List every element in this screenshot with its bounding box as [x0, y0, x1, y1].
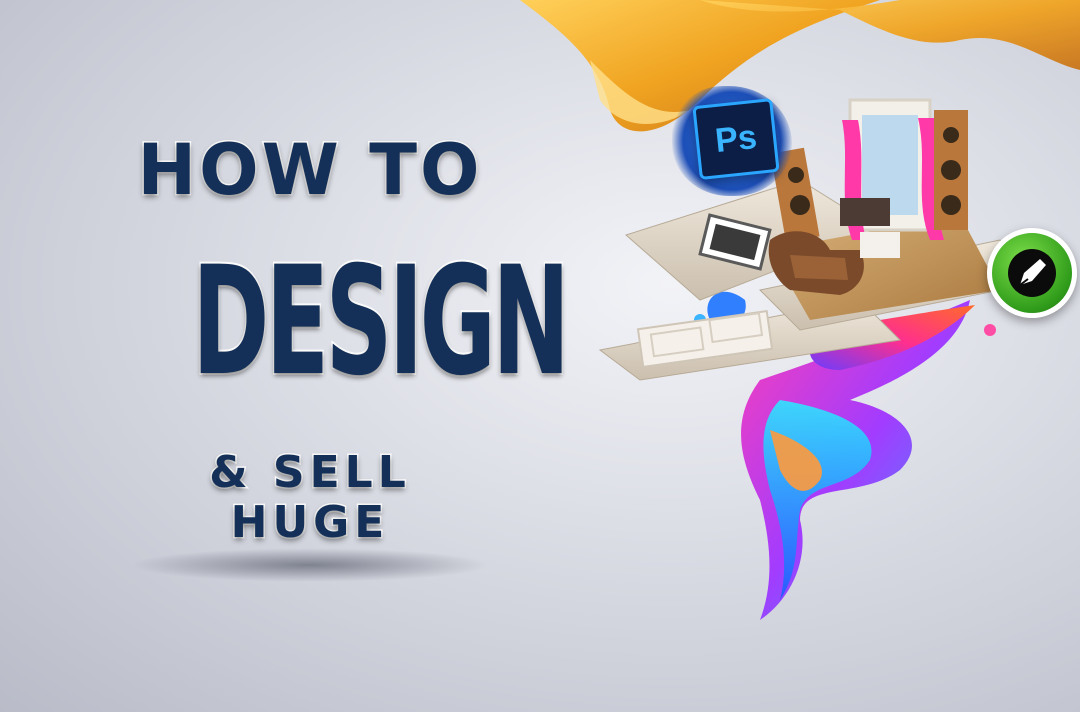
vintage-box	[840, 198, 890, 226]
photoshop-icon: Ps	[692, 98, 780, 180]
pen-nib-icon	[1019, 259, 1046, 286]
hero-banner: HOW TO DESIGN & SELL HUGE Ps	[0, 0, 1080, 712]
room-splash-illustration	[520, 0, 1080, 620]
photoshop-label: Ps	[713, 117, 759, 160]
coreldraw-pen-inner	[1008, 249, 1056, 297]
coreldraw-pen-icon	[987, 228, 1077, 318]
